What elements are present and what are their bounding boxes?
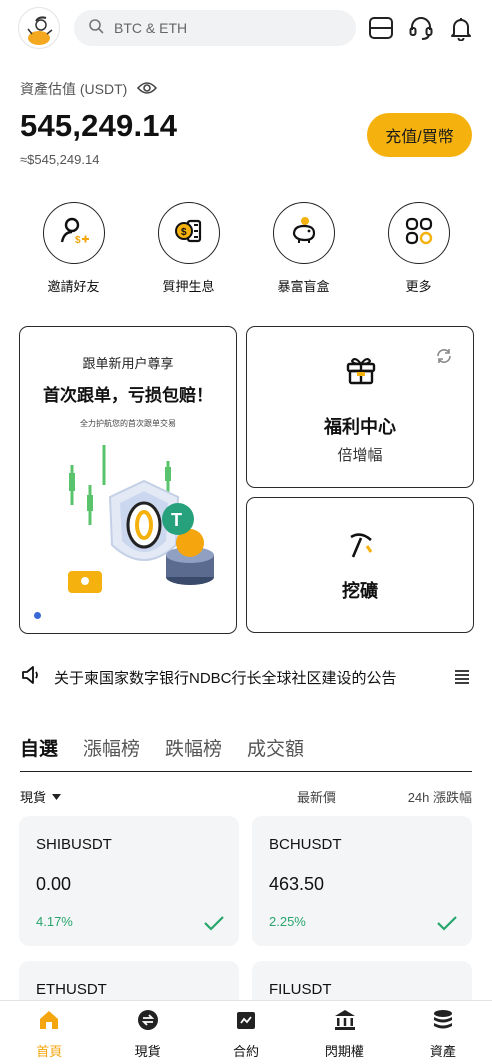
change-column-header[interactable]: 24h 漲跌幅 [408,787,472,806]
welfare-title: 福利中心 [324,417,396,437]
check-icon[interactable] [203,914,225,932]
market-type-label: 現貨 [20,790,47,805]
quick-action-more[interactable]: 更多 [361,202,476,295]
market-type-select[interactable]: 現貨 [20,787,62,806]
price-column-header[interactable]: 最新價 [297,787,336,806]
banner-title: 首次跟单，亏损包赔！ [43,386,213,405]
market-card[interactable]: SHIBUSDT 0.00 4.17% [19,816,239,946]
staking-coin-icon: $ [172,214,206,253]
nav-assets[interactable]: 資產 [394,1001,492,1064]
announcement-bar[interactable]: 关于柬国家数字银行NDBC行长全球社区建设的公告 [20,664,472,690]
avatar[interactable] [18,7,60,49]
pickaxe-icon [347,532,375,565]
search-icon [88,18,104,39]
scan-icon[interactable] [368,15,394,41]
asset-approx: ≈$545,249.14 [20,152,100,167]
quick-action-label: 邀請好友 [47,279,100,294]
mining-title: 挖礦 [342,581,378,601]
database-stack-icon [432,1009,454,1031]
exchange-icon [137,1009,159,1031]
deposit-button[interactable]: 充值/買幣 [367,113,472,157]
carousel-dot[interactable] [34,612,41,619]
bell-icon[interactable] [448,15,474,42]
market-symbol: SHIBUSDT [36,836,112,853]
nav-options[interactable]: 閃期權 [295,1001,393,1064]
svg-text:T: T [171,510,182,530]
market-symbol: ETHUSDT [36,981,107,998]
nav-label: 現貨 [134,1044,161,1059]
quick-actions: $ 邀請好友 $ 質押生息 暴富盲盒 更多 [16,202,476,295]
piggy-bank-icon [287,214,321,253]
tab-volume[interactable]: 成交額 [247,734,304,771]
speaker-icon [20,665,42,690]
quick-action-blindbox[interactable]: 暴富盲盒 [246,202,361,295]
nav-futures[interactable]: 合約 [197,1001,295,1064]
bank-icon [333,1009,356,1031]
tab-favorites[interactable]: 自選 [20,734,58,771]
market-change: 2.25% [269,914,306,929]
nav-label: 首頁 [36,1044,63,1059]
nav-label: 合約 [233,1044,260,1059]
gift-icon [345,354,377,391]
svg-text:$: $ [181,227,187,238]
tab-losers[interactable]: 跌幅榜 [165,734,222,771]
welfare-subtitle: 倍增幅 [337,447,383,464]
home-icon [38,1009,60,1031]
quick-action-label: 更多 [405,279,432,294]
top-bar [18,7,474,49]
banner-note: 全力护航您的首次跟单交易 [80,419,176,428]
banner-illustration: T [60,445,220,600]
list-menu-icon[interactable] [452,667,472,687]
market-price: 0.00 [36,874,72,894]
nav-label: 閃期權 [324,1044,364,1059]
market-change: 4.17% [36,914,73,929]
welfare-center-card[interactable]: 福利中心 倍增幅 [246,326,474,488]
eye-icon[interactable] [137,81,158,98]
bottom-nav: 首頁 現貨 合約 閃期權 資產 [0,1000,492,1064]
nav-home[interactable]: 首頁 [0,1001,98,1064]
market-list-header: 現貨 最新價 24h 漲跌幅 [20,787,472,805]
market-tabs: 自選 漲幅榜 跌幅榜 成交額 [20,734,472,772]
market-card[interactable]: BCHUSDT 463.50 2.25% [252,816,472,946]
mining-card[interactable]: 挖礦 [246,497,474,633]
search-input[interactable] [114,20,314,36]
nav-spot[interactable]: 現貨 [98,1001,196,1064]
refresh-icon[interactable] [435,347,453,370]
invite-user-icon: $ [57,214,91,253]
quick-action-label: 質押生息 [162,279,215,294]
banner-subtitle: 跟单新用户尊享 [82,356,174,371]
quick-action-label: 暴富盲盒 [277,279,330,294]
caret-down-icon [52,789,62,804]
asset-label: 資產估值 (USDT) [20,79,158,99]
contract-chart-icon [235,1009,257,1031]
check-icon[interactable] [436,914,458,932]
promo-banner[interactable]: 跟单新用户尊享 首次跟单，亏损包赔！ 全力护航您的首次跟单交易 T [19,326,237,634]
announcement-text[interactable]: 关于柬国家数字银行NDBC行长全球社区建设的公告 [54,667,397,688]
asset-value: 545,249.14 [20,108,178,143]
quick-action-invite[interactable]: $ 邀請好友 [16,202,131,295]
market-price: 463.50 [269,874,325,894]
quick-action-staking[interactable]: $ 質押生息 [131,202,246,295]
search-bar[interactable] [74,10,356,46]
market-symbol: FILUSDT [269,981,332,998]
market-symbol: BCHUSDT [269,836,342,853]
headset-icon[interactable] [408,15,434,41]
nav-label: 資產 [429,1044,456,1059]
asset-label-text: 資產估值 (USDT) [20,81,128,97]
grid-more-icon [403,215,435,252]
svg-text:$: $ [75,235,81,246]
tab-gainers[interactable]: 漲幅榜 [83,734,140,771]
